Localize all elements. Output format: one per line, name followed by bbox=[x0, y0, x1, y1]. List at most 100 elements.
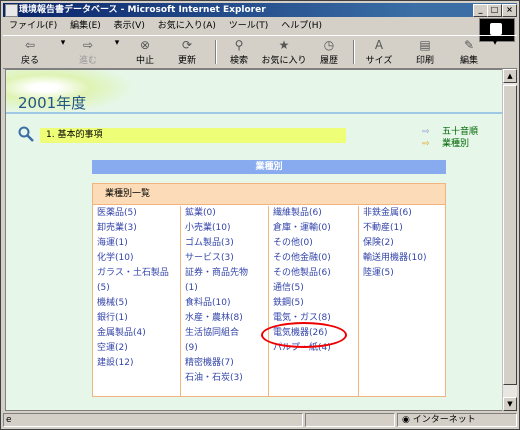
stop-icon: ⊗ bbox=[139, 38, 151, 52]
history-button[interactable]: ◷ 履歴 bbox=[311, 38, 347, 66]
title-bar: 環境報告書データベース - Microsoft Internet Explore… bbox=[3, 3, 517, 17]
ie-icon bbox=[5, 4, 18, 17]
industry-link[interactable]: 水産・農林(8) bbox=[181, 311, 268, 326]
industry-link[interactable]: 金属製品(4) bbox=[93, 326, 180, 341]
menu-favorites[interactable]: お気に入り(A) bbox=[158, 21, 216, 31]
industry-link[interactable]: 非鉄金属(6) bbox=[359, 206, 445, 221]
industry-link[interactable]: 精密機器(7) bbox=[181, 356, 268, 371]
industry-link[interactable]: 銀行(1) bbox=[93, 311, 180, 326]
vertical-scrollbar[interactable]: ▲ ▼ bbox=[502, 69, 517, 411]
back-button[interactable]: ⇦ 戻る bbox=[11, 38, 49, 66]
industry-link[interactable]: その他製品(6) bbox=[269, 266, 358, 281]
industry-link[interactable]: 化学(10) bbox=[93, 251, 180, 266]
industry-link[interactable]: (9) bbox=[181, 341, 268, 356]
industry-link[interactable]: 海運(1) bbox=[93, 236, 180, 251]
industry-link[interactable]: 鉄鋼(5) bbox=[269, 296, 358, 311]
industry-link[interactable]: 陸運(5) bbox=[359, 266, 445, 281]
minimize-button[interactable]: _ bbox=[473, 4, 488, 17]
highlight-circle bbox=[261, 322, 347, 348]
scroll-up-button[interactable]: ▲ bbox=[503, 69, 517, 83]
browser-window: 環境報告書データベース - Microsoft Internet Explore… bbox=[0, 0, 520, 430]
industry-column-4: 非鉄金属(6) 不動産(1) 保険(2) 輸送用機器(10) 陸運(5) bbox=[359, 206, 445, 396]
industry-link[interactable]: 輸送用機器(10) bbox=[359, 251, 445, 266]
edit-icon: ✎ bbox=[463, 38, 475, 52]
industry-link[interactable]: 生活協同組合 bbox=[181, 326, 268, 341]
favorites-button[interactable]: ★ お気に入り bbox=[259, 38, 309, 66]
industry-link[interactable]: 通信(5) bbox=[269, 281, 358, 296]
printer-icon: ▤ bbox=[419, 38, 431, 52]
industry-link[interactable]: 卸売業(3) bbox=[93, 221, 180, 236]
industry-column-3: 繊維製品(6) 倉庫・運輸(0) その他(0) その他金融(0) その他製品(6… bbox=[269, 206, 359, 396]
industry-link[interactable]: その他(0) bbox=[269, 236, 358, 251]
industry-link[interactable]: 医薬品(5) bbox=[93, 206, 180, 221]
industry-link[interactable]: 小売業(10) bbox=[181, 221, 268, 236]
edit-label: 編集 bbox=[459, 56, 478, 66]
maximize-button[interactable]: □ bbox=[487, 4, 502, 17]
size-label: サイズ bbox=[365, 56, 393, 66]
industry-link[interactable]: 空運(2) bbox=[93, 341, 180, 356]
industry-link[interactable]: 食料品(10) bbox=[181, 296, 268, 311]
status-pane bbox=[305, 413, 395, 427]
magnifier-icon bbox=[18, 126, 34, 142]
stop-label: 中止 bbox=[135, 56, 154, 66]
link-industry[interactable]: ⇨ 業種別 bbox=[422, 138, 478, 150]
industry-link[interactable]: 鉱業(0) bbox=[181, 206, 268, 221]
search-icon: ⚲ bbox=[234, 38, 244, 52]
industry-link[interactable]: サービス(3) bbox=[181, 251, 268, 266]
edit-button[interactable]: ✎ 編集 bbox=[451, 38, 487, 66]
search-label: 検索 bbox=[229, 56, 248, 66]
edit-dropdown[interactable]: ▾ bbox=[491, 38, 499, 48]
page-status-icon: e bbox=[6, 415, 12, 425]
back-dropdown[interactable]: ▾ bbox=[59, 38, 67, 48]
section-heading: 1. 基本的事項 bbox=[40, 128, 346, 143]
refresh-icon: ⟳ bbox=[181, 38, 193, 52]
search-button[interactable]: ⚲ 検索 bbox=[221, 38, 257, 66]
industry-link[interactable]: ガラス・土石製品 bbox=[93, 266, 180, 281]
print-label: 印刷 bbox=[415, 56, 434, 66]
forward-dropdown[interactable]: ▾ bbox=[113, 38, 121, 48]
industry-link[interactable]: 機械(5) bbox=[93, 296, 180, 311]
industry-header: 業種別 bbox=[92, 160, 446, 174]
scroll-thumb[interactable] bbox=[503, 85, 517, 385]
section-label: 1. 基本的事項 bbox=[46, 130, 103, 140]
refresh-button[interactable]: ⟳ 更新 bbox=[169, 38, 205, 66]
menu-view[interactable]: 表示(V) bbox=[114, 21, 145, 31]
menu-edit[interactable]: 編集(E) bbox=[70, 21, 101, 31]
stop-button[interactable]: ⊗ 中止 bbox=[127, 38, 163, 66]
industry-link[interactable]: 繊維製品(6) bbox=[269, 206, 358, 221]
menu-tools[interactable]: ツール(T) bbox=[229, 21, 269, 31]
industry-link[interactable]: ゴム製品(3) bbox=[181, 236, 268, 251]
status-bar: e ◉ インターネット bbox=[3, 412, 517, 428]
link-gojuon[interactable]: ⇨ 五十音順 bbox=[422, 126, 478, 138]
forward-arrow-icon: ⇨ bbox=[82, 38, 94, 52]
industry-link[interactable]: 不動産(1) bbox=[359, 221, 445, 236]
zone-label: インターネット bbox=[412, 415, 476, 425]
arrow-right-icon: ⇨ bbox=[422, 127, 430, 137]
refresh-label: 更新 bbox=[177, 56, 196, 66]
back-arrow-icon: ⇦ bbox=[24, 38, 36, 52]
menu-help[interactable]: ヘルプ(H) bbox=[281, 21, 322, 31]
toolbar: ⇦ 戻る ▾ ⇨ 進む ▾ ⊗ 中止 ⟳ 更新 ⚲ 検索 ★ お気に入り ◷ 履歴 A サイズ … bbox=[3, 35, 517, 69]
globe-icon: ◉ bbox=[402, 415, 410, 425]
industry-column-1: 医薬品(5) 卸売業(3) 海運(1) 化学(10) ガラス・土石製品 (5) … bbox=[93, 206, 181, 396]
history-label: 履歴 bbox=[319, 56, 338, 66]
menu-bar: ファイル(F) 編集(E) 表示(V) お気に入り(A) ツール(T) ヘルプ(… bbox=[3, 18, 479, 34]
menu-file[interactable]: ファイル(F) bbox=[9, 21, 57, 31]
industry-link[interactable]: 倉庫・運輸(0) bbox=[269, 221, 358, 236]
scroll-down-button[interactable]: ▼ bbox=[503, 397, 517, 411]
industry-link[interactable]: 証券・商品先物 bbox=[181, 266, 268, 281]
industry-link[interactable]: その他金融(0) bbox=[269, 251, 358, 266]
forward-button[interactable]: ⇨ 進む bbox=[69, 38, 107, 66]
industry-link[interactable]: 建設(12) bbox=[93, 356, 180, 371]
size-button[interactable]: A サイズ bbox=[359, 38, 399, 66]
zone-pane: ◉ インターネット bbox=[397, 413, 517, 427]
industry-link[interactable]: (1) bbox=[181, 281, 268, 296]
industry-table-caption: 業種別一覧 bbox=[93, 184, 445, 205]
industry-link[interactable]: (5) bbox=[93, 281, 180, 296]
industry-link[interactable]: 保険(2) bbox=[359, 236, 445, 251]
page-viewport: 2001年度 1. 基本的事項 ⇨ 五十音順 ⇨ 業種別 業種別 業種別一覧 医薬品… bbox=[5, 69, 503, 411]
close-button[interactable]: × bbox=[502, 4, 517, 17]
print-button[interactable]: ▤ 印刷 bbox=[407, 38, 443, 66]
window-title: 環境報告書データベース - Microsoft Internet Explore… bbox=[19, 5, 266, 15]
industry-link[interactable]: 石油・石炭(3) bbox=[181, 371, 268, 386]
